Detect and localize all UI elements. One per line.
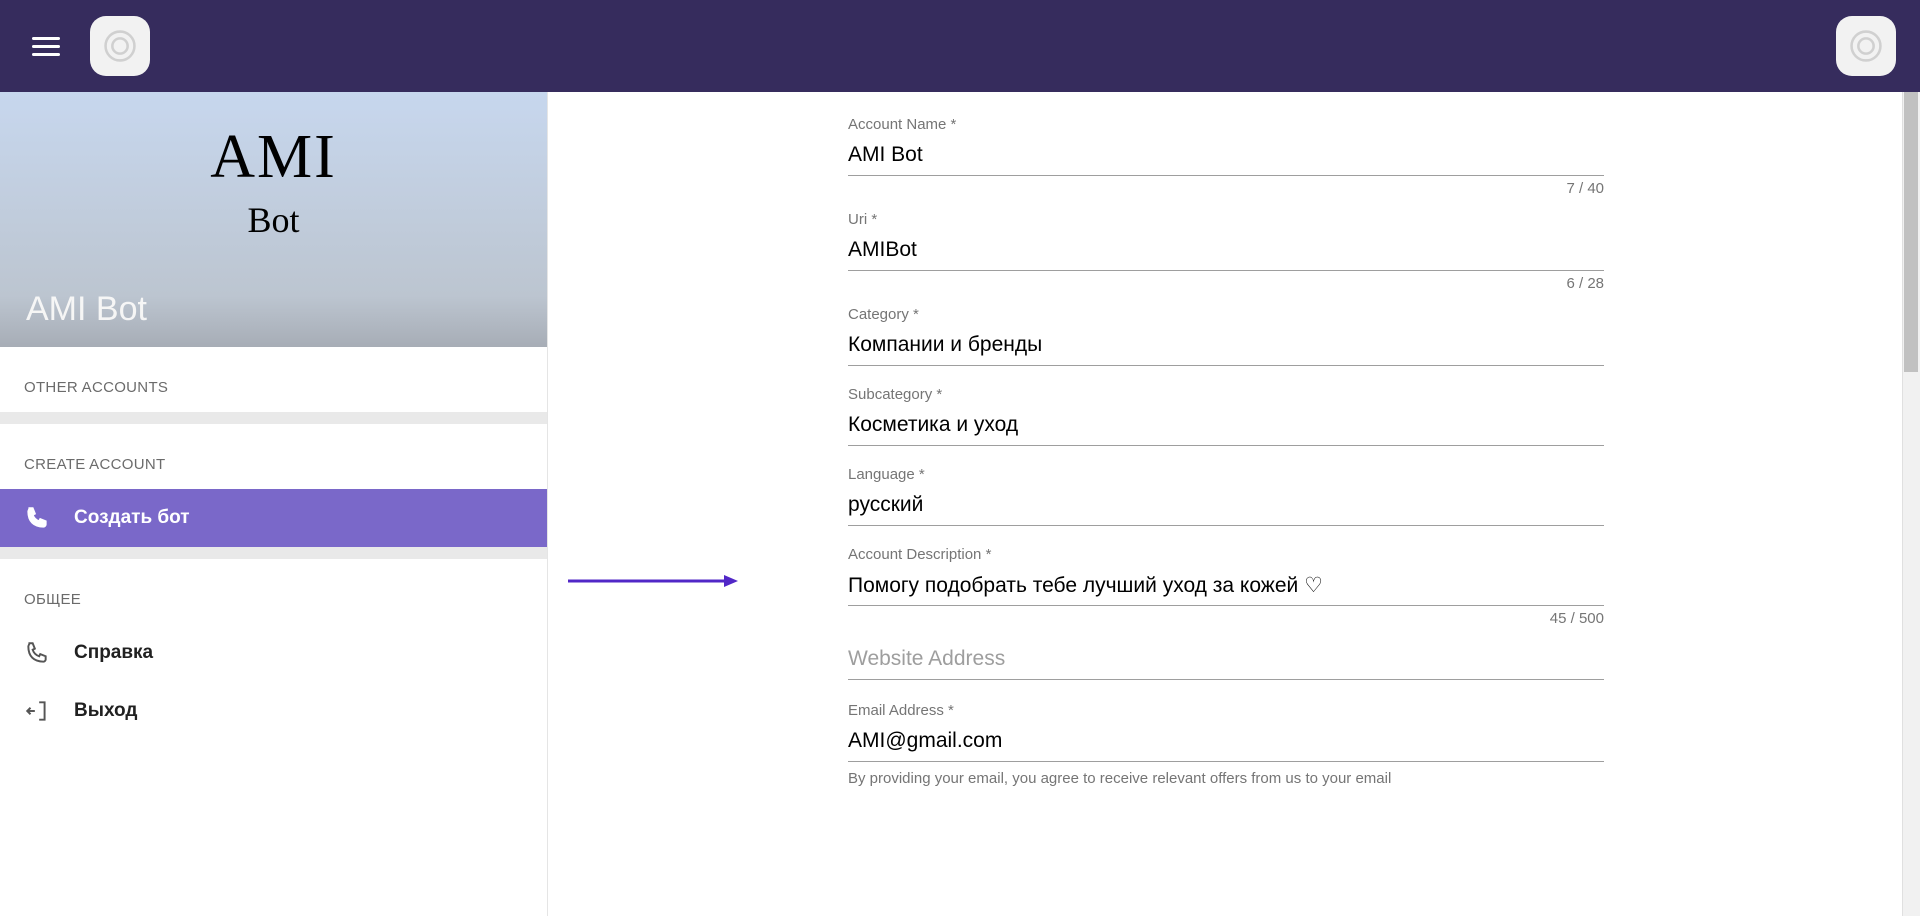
field-language: Language *	[848, 466, 1604, 526]
input-uri[interactable]	[848, 232, 1604, 271]
counter-account-name: 7 / 40	[848, 180, 1604, 197]
label-language: Language *	[848, 466, 1604, 483]
sidebar-item-create-bot[interactable]: Создать бот	[0, 489, 547, 547]
topbar-left	[24, 16, 150, 76]
field-description: Account Description * 45 / 500	[848, 546, 1604, 627]
label-subcategory: Subcategory *	[848, 386, 1604, 403]
sidebar-item-label: Создать бот	[74, 507, 190, 529]
label-email: Email Address *	[848, 702, 1604, 719]
main-panel: Account Name * 7 / 40 Uri * 6 / 28 Categ…	[548, 92, 1920, 916]
topbar	[0, 0, 1920, 92]
counter-uri: 6 / 28	[848, 275, 1604, 292]
counter-description: 45 / 500	[848, 610, 1604, 627]
section-create-account: CREATE ACCOUNT	[0, 424, 547, 489]
input-email[interactable]	[848, 723, 1604, 762]
field-category: Category *	[848, 306, 1604, 366]
sidebar-item-help[interactable]: Справка	[0, 624, 547, 682]
input-language[interactable]	[848, 487, 1604, 526]
sidebar-item-label: Справка	[74, 642, 153, 664]
field-uri: Uri * 6 / 28	[848, 211, 1604, 292]
phone-icon	[24, 505, 50, 531]
profile-logo-big: AMI	[210, 122, 337, 193]
viber-icon	[103, 29, 137, 63]
logout-icon	[24, 698, 50, 724]
input-website[interactable]	[848, 641, 1604, 680]
label-uri: Uri *	[848, 211, 1604, 228]
sidebar: AMI Bot AMI Bot OTHER ACCOUNTS CREATE AC…	[0, 92, 548, 916]
scrollbar-vertical[interactable]	[1902, 92, 1920, 916]
section-other-accounts: OTHER ACCOUNTS	[0, 347, 547, 412]
divider	[0, 547, 547, 559]
field-account-name: Account Name * 7 / 40	[848, 116, 1604, 197]
profile-banner[interactable]: AMI Bot AMI Bot	[0, 92, 547, 347]
label-account-name: Account Name *	[848, 116, 1604, 133]
profile-title: AMI Bot	[26, 290, 147, 329]
app-logo-right[interactable]	[1836, 16, 1896, 76]
input-account-name[interactable]	[848, 137, 1604, 176]
scrollbar-thumb[interactable]	[1904, 92, 1918, 372]
field-subcategory: Subcategory *	[848, 386, 1604, 446]
section-general: ОБЩЕЕ	[0, 559, 547, 624]
label-description: Account Description *	[848, 546, 1604, 563]
app-logo-left[interactable]	[90, 16, 150, 76]
helper-email: By providing your email, you agree to re…	[848, 770, 1604, 787]
sidebar-item-label: Выход	[74, 700, 137, 722]
input-description[interactable]	[848, 567, 1604, 606]
input-category[interactable]	[848, 327, 1604, 366]
phone-icon	[24, 640, 50, 666]
input-subcategory[interactable]	[848, 407, 1604, 446]
arrow-annotation	[568, 574, 738, 588]
divider	[0, 412, 547, 424]
profile-logo-small: Bot	[247, 199, 299, 241]
sidebar-item-logout[interactable]: Выход	[0, 682, 547, 740]
label-category: Category *	[848, 306, 1604, 323]
hamburger-menu-button[interactable]	[24, 29, 68, 64]
field-email: Email Address * By providing your email,…	[848, 702, 1604, 787]
viber-icon	[1849, 29, 1883, 63]
field-website	[848, 641, 1604, 680]
